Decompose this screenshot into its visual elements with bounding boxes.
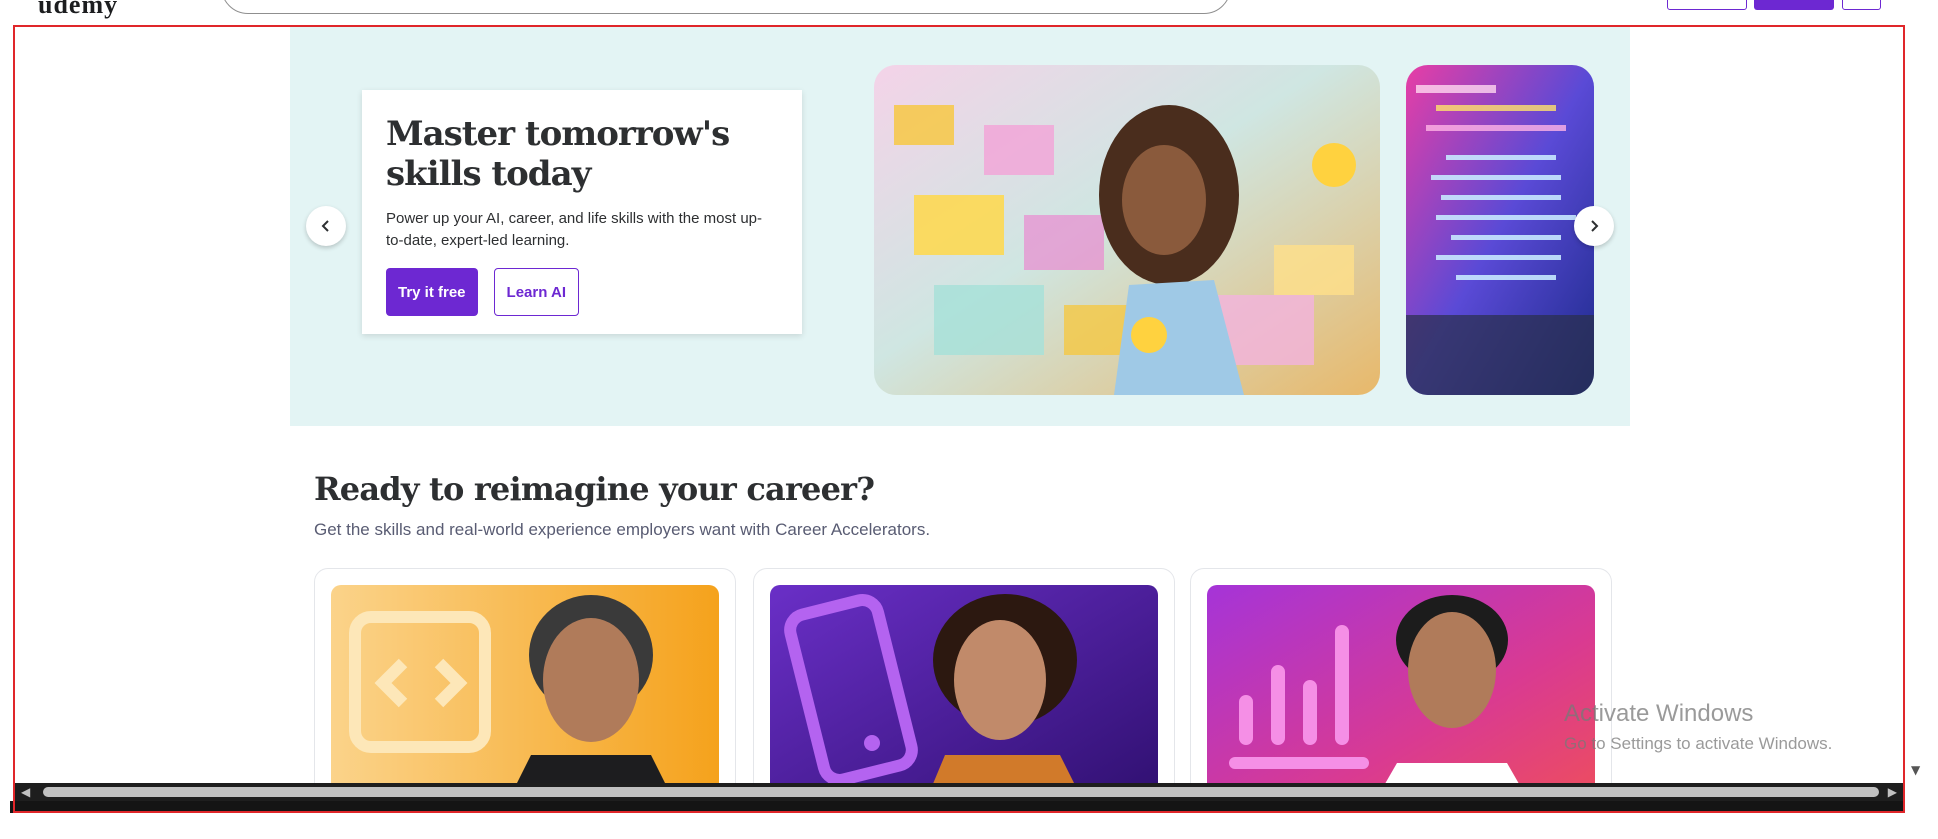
try-it-free-button[interactable]: Try it free <box>386 268 478 316</box>
career-card-mobile[interactable] <box>753 568 1175 808</box>
scroll-down-arrow-icon[interactable]: ▼ <box>1911 763 1920 777</box>
watermark-subtitle: Go to Settings to activate Windows. <box>1564 734 1833 753</box>
hero-card: Master tomorrow's skills today Power up … <box>362 90 802 334</box>
chevron-left-icon <box>321 220 329 232</box>
chevron-right-icon <box>1591 220 1599 232</box>
career-card-data[interactable] <box>1190 568 1612 808</box>
horizontal-scrollbar[interactable]: ◀ ▶ <box>15 783 1903 801</box>
watermark-title: Activate Windows <box>1564 700 1754 727</box>
carousel-prev-button[interactable] <box>306 206 346 246</box>
taskbar <box>10 801 1903 813</box>
hero-subtitle: Power up your AI, career, and life skill… <box>386 210 763 249</box>
scroll-left-arrow-icon[interactable]: ◀ <box>21 785 30 799</box>
career-card-image <box>770 585 1158 807</box>
browser-viewport: udemy Master tomorrow's skills today Pow… <box>0 0 1938 839</box>
career-card-software[interactable] <box>314 568 736 808</box>
language-button[interactable] <box>1842 0 1881 10</box>
career-card-image <box>1207 585 1595 807</box>
career-section-subtitle: Get the skills and real-world experience… <box>314 520 931 539</box>
learn-ai-button[interactable]: Learn AI <box>493 268 579 316</box>
hero-actions: Try it free Learn AI <box>386 268 778 316</box>
activate-windows-watermark: Activate Windows Go to Settings to activ… <box>1564 700 1832 754</box>
hero-billboard: Master tomorrow's skills today Power up … <box>290 26 1630 426</box>
hero-title: Master tomorrow's skills today <box>386 114 730 194</box>
career-card-image <box>331 585 719 807</box>
scroll-right-arrow-icon[interactable]: ▶ <box>1888 785 1897 799</box>
site-header: udemy <box>0 0 1938 26</box>
carousel-next-button[interactable] <box>1574 206 1614 246</box>
site-logo[interactable]: udemy <box>38 0 118 20</box>
vertical-scrollbar[interactable]: ▼ <box>1906 0 1928 813</box>
login-button[interactable] <box>1667 0 1747 10</box>
hero-image-woman-ui-panels <box>874 65 1380 395</box>
career-section-title: Ready to reimagine your career? <box>314 470 875 508</box>
hero-image-code-screen <box>1406 65 1594 395</box>
horizontal-scrollbar-thumb[interactable] <box>43 787 1879 797</box>
search-input[interactable] <box>221 0 1231 14</box>
signup-button[interactable] <box>1754 0 1834 10</box>
